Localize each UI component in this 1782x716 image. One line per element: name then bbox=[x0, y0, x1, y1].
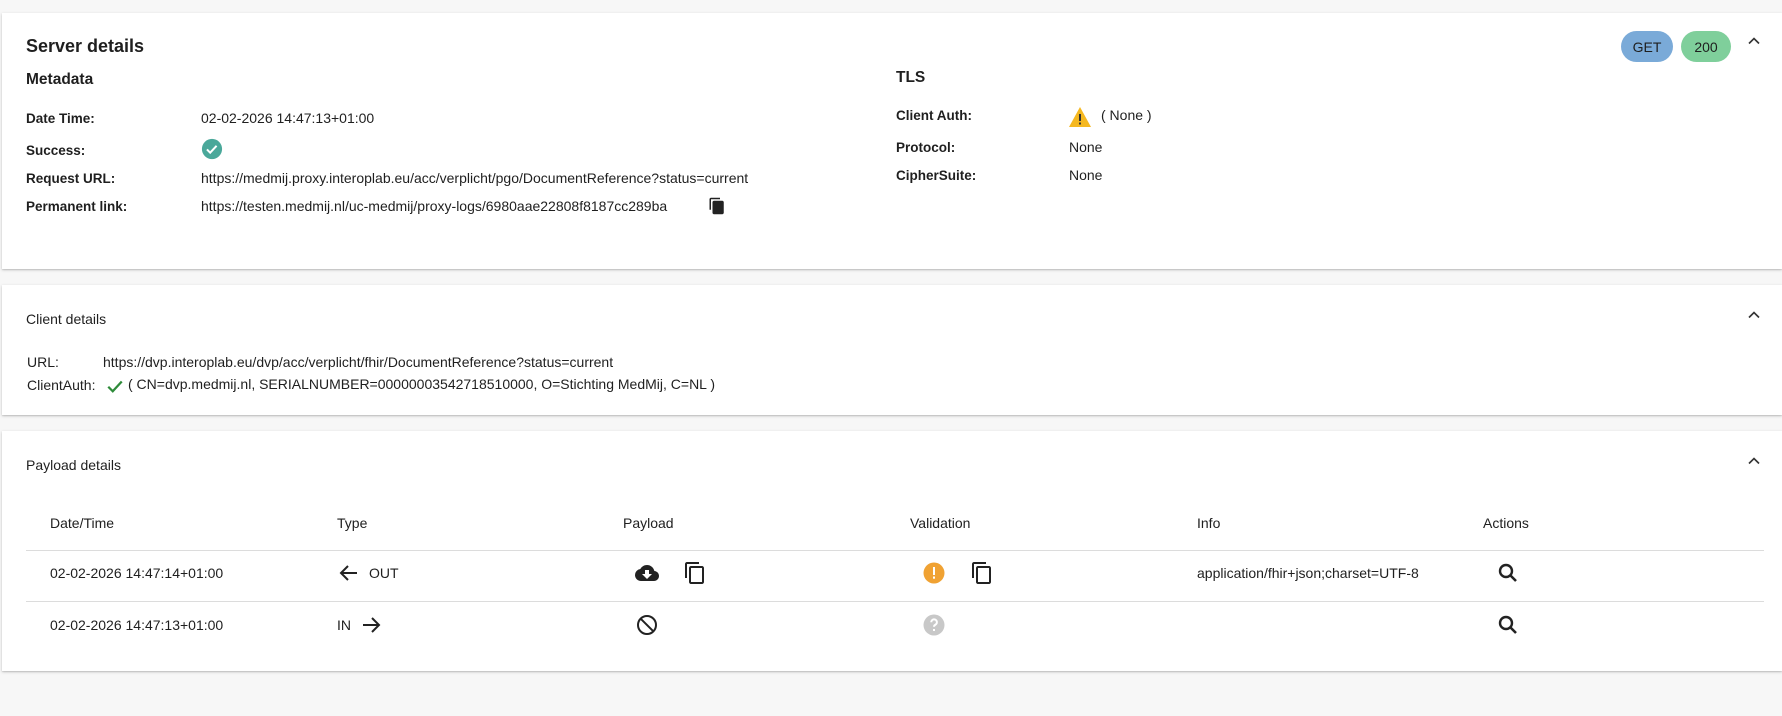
protocol-value: None bbox=[1069, 139, 1103, 155]
row-actions bbox=[1496, 613, 1520, 637]
column-header-info: Info bbox=[1197, 515, 1221, 531]
metadata-heading: Metadata bbox=[26, 71, 94, 88]
tls-heading: TLS bbox=[896, 69, 926, 86]
row-validation bbox=[922, 561, 994, 585]
client-auth-label: Client Auth: bbox=[896, 108, 972, 123]
success-label: Success: bbox=[26, 143, 86, 158]
server-details-card: Server details GET 200 Metadata Date Tim… bbox=[2, 13, 1782, 269]
help-icon bbox=[922, 613, 946, 637]
client-auth-value: ( None ) bbox=[1101, 107, 1152, 123]
payload-details-title: Payload details bbox=[26, 457, 121, 473]
column-header-type: Type bbox=[337, 515, 368, 531]
client-url-value: https://dvp.interoplab.eu/dvp/acc/verpli… bbox=[103, 354, 614, 370]
copy-validation-icon[interactable] bbox=[970, 561, 994, 585]
search-icon[interactable] bbox=[1496, 561, 1520, 585]
copy-payload-icon[interactable] bbox=[683, 561, 707, 585]
column-header-datetime: Date/Time bbox=[50, 515, 115, 531]
row-divider bbox=[26, 601, 1764, 602]
row-actions bbox=[1496, 561, 1520, 585]
check-icon bbox=[105, 377, 125, 395]
collapse-payload-chevron-icon[interactable] bbox=[1744, 451, 1764, 471]
row-type: OUT bbox=[337, 561, 399, 585]
row-datetime: 02-02-2026 14:47:14+01:00 bbox=[50, 565, 224, 581]
row-validation bbox=[922, 613, 946, 637]
request-url-label: Request URL: bbox=[26, 171, 116, 186]
permanent-link-value[interactable]: https://testen.medmij.nl/uc-medmij/proxy… bbox=[201, 198, 667, 214]
client-auth-label-2: ClientAuth: bbox=[27, 377, 96, 393]
warning-icon bbox=[1068, 106, 1092, 128]
row-type-label: IN bbox=[337, 617, 351, 633]
copy-permanent-link-icon[interactable] bbox=[708, 197, 726, 215]
collapse-client-chevron-icon[interactable] bbox=[1744, 305, 1764, 325]
arrow-left-icon bbox=[337, 561, 361, 585]
row-type: IN bbox=[337, 613, 383, 637]
cloud-download-icon[interactable] bbox=[635, 561, 659, 585]
date-time-value: 02-02-2026 14:47:13+01:00 bbox=[201, 110, 375, 126]
status-code-badge: 200 bbox=[1681, 31, 1731, 62]
column-header-validation: Validation bbox=[910, 515, 971, 531]
row-type-label: OUT bbox=[369, 565, 399, 581]
arrow-right-icon bbox=[359, 613, 383, 637]
permanent-link-label: Permanent link: bbox=[26, 199, 128, 214]
ciphersuite-label: CipherSuite: bbox=[896, 168, 977, 183]
method-badge: GET bbox=[1621, 31, 1673, 62]
check-circle-icon bbox=[201, 138, 223, 160]
collapse-server-chevron-icon[interactable] bbox=[1744, 31, 1764, 51]
column-header-actions: Actions bbox=[1483, 515, 1529, 531]
client-details-card: Client details URL: https://dvp.interopl… bbox=[2, 285, 1782, 415]
request-url-value: https://medmij.proxy.interoplab.eu/acc/v… bbox=[201, 170, 749, 186]
client-auth-value-2: ( CN=dvp.medmij.nl, SERIALNUMBER=0000000… bbox=[128, 376, 716, 392]
payload-details-card: Payload details Date/Time Type Payload V… bbox=[2, 431, 1782, 671]
row-info: application/fhir+json;charset=UTF-8 bbox=[1197, 565, 1419, 581]
row-payload bbox=[635, 613, 659, 637]
column-header-payload: Payload bbox=[623, 515, 674, 531]
date-time-label: Date Time: bbox=[26, 111, 95, 126]
row-datetime: 02-02-2026 14:47:13+01:00 bbox=[50, 617, 224, 633]
header-divider bbox=[26, 550, 1764, 551]
block-icon bbox=[635, 613, 659, 637]
row-payload bbox=[635, 561, 707, 585]
protocol-label: Protocol: bbox=[896, 140, 956, 155]
server-details-title: Server details bbox=[26, 36, 145, 56]
validation-warning-icon[interactable] bbox=[922, 561, 946, 585]
ciphersuite-value: None bbox=[1069, 167, 1103, 183]
client-details-title: Client details bbox=[26, 311, 107, 327]
client-url-label: URL: bbox=[27, 354, 59, 370]
search-icon[interactable] bbox=[1496, 613, 1520, 637]
